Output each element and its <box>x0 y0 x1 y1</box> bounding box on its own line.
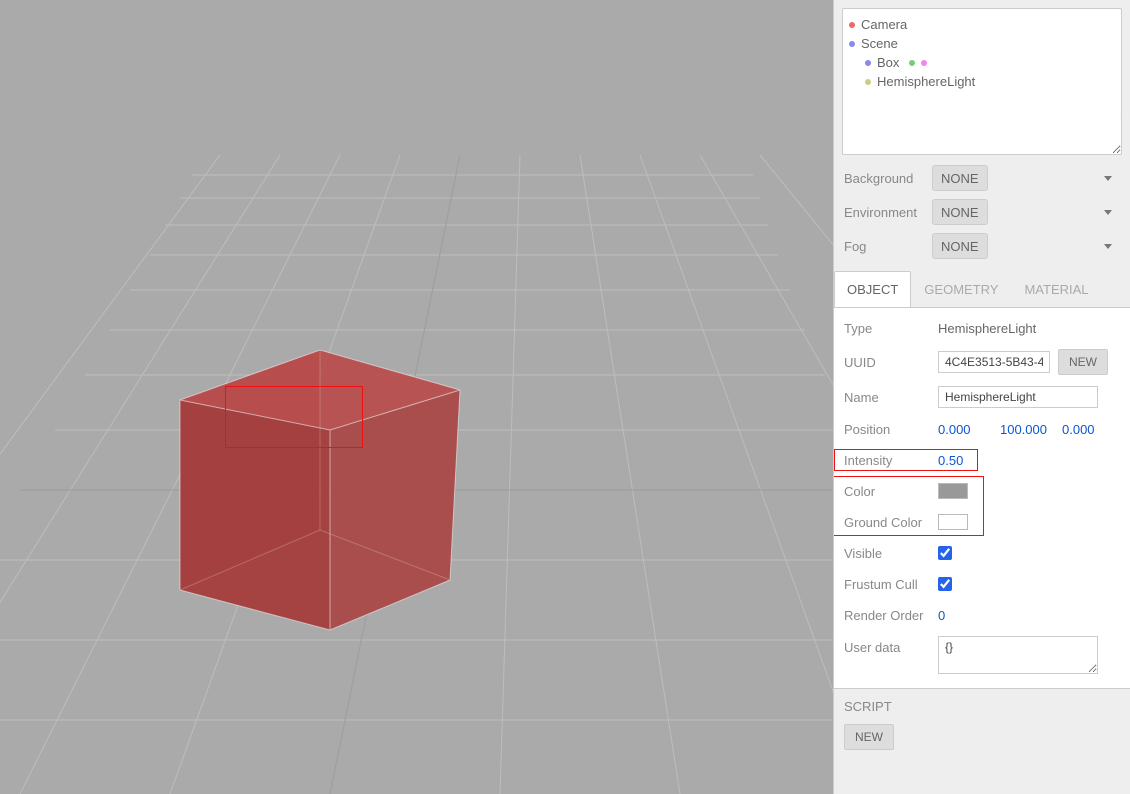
ground-color-swatch[interactable] <box>938 514 968 530</box>
user-data-label: User data <box>844 636 930 655</box>
object-properties: Type HemisphereLight UUID NEW Name Posit… <box>834 308 1130 689</box>
environment-label: Environment <box>844 205 924 220</box>
intensity-input[interactable] <box>938 453 978 468</box>
uuid-field[interactable] <box>938 351 1050 373</box>
material-dot-icon <box>921 60 927 66</box>
scene-settings: Background NONE Environment NONE Fog <box>834 155 1130 265</box>
tree-item-camera[interactable]: Camera <box>849 15 1115 34</box>
tree-item-scene[interactable]: Scene <box>849 34 1115 53</box>
name-field[interactable] <box>938 386 1098 408</box>
user-data-textarea[interactable] <box>938 636 1098 674</box>
tab-geometry[interactable]: GEOMETRY <box>911 271 1011 307</box>
geometry-dot-icon <box>909 60 915 66</box>
tab-material[interactable]: MATERIAL <box>1011 271 1101 307</box>
fog-label: Fog <box>844 239 924 254</box>
script-section: SCRIPT NEW <box>834 689 1130 760</box>
type-dot-icon <box>865 60 871 66</box>
name-label: Name <box>844 390 930 405</box>
script-new-button[interactable]: NEW <box>844 724 894 750</box>
app-root: Camera Scene Box HemisphereLight <box>0 0 1130 794</box>
environment-select[interactable]: NONE <box>932 199 988 225</box>
position-y-input[interactable] <box>1000 422 1054 437</box>
viewport-3d[interactable] <box>0 0 833 794</box>
visible-label: Visible <box>844 546 930 561</box>
intensity-label: Intensity <box>844 453 930 468</box>
scene-svg <box>0 0 833 794</box>
type-label: Type <box>844 321 930 336</box>
render-order-label: Render Order <box>844 608 930 623</box>
background-label: Background <box>844 171 924 186</box>
type-dot-icon <box>849 41 855 47</box>
color-label: Color <box>844 484 930 499</box>
type-dot-icon <box>849 22 855 28</box>
frustum-cull-checkbox[interactable] <box>938 577 952 591</box>
outliner-resize-area[interactable] <box>842 117 1122 155</box>
ground-color-label: Ground Color <box>844 515 930 530</box>
outliner-section: Camera Scene Box HemisphereLight <box>834 0 1130 155</box>
side-panel: Camera Scene Box HemisphereLight <box>833 0 1130 794</box>
type-dot-icon <box>865 79 871 85</box>
tree-label: HemisphereLight <box>877 74 975 89</box>
tree-item-box[interactable]: Box <box>849 53 1115 72</box>
position-label: Position <box>844 422 930 437</box>
fog-select[interactable]: NONE <box>932 233 988 259</box>
uuid-label: UUID <box>844 355 930 370</box>
position-z-input[interactable] <box>1062 422 1116 437</box>
box-mesh <box>180 350 460 630</box>
tree-item-hemisphere-light[interactable]: HemisphereLight <box>849 72 1115 91</box>
outliner[interactable]: Camera Scene Box HemisphereLight <box>842 8 1122 118</box>
tree-label: Scene <box>861 36 898 51</box>
inspector-tabs: OBJECT GEOMETRY MATERIAL <box>834 271 1130 308</box>
script-header: SCRIPT <box>844 699 1120 714</box>
type-value: HemisphereLight <box>938 321 1036 336</box>
tab-object[interactable]: OBJECT <box>834 271 911 307</box>
tree-label: Camera <box>861 17 907 32</box>
render-order-input[interactable] <box>938 608 978 623</box>
frustum-cull-label: Frustum Cull <box>844 577 930 592</box>
position-x-input[interactable] <box>938 422 992 437</box>
background-select[interactable]: NONE <box>932 165 988 191</box>
visible-checkbox[interactable] <box>938 546 952 560</box>
color-swatch[interactable] <box>938 483 968 499</box>
tree-label: Box <box>877 55 899 70</box>
uuid-new-button[interactable]: NEW <box>1058 349 1108 375</box>
